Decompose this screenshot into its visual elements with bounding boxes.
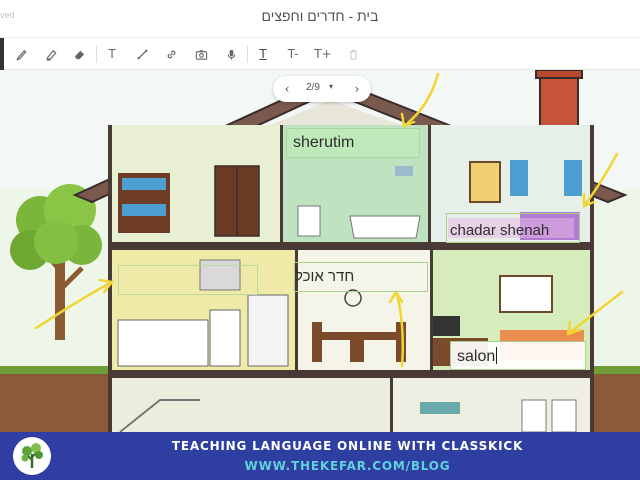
label-bathroom[interactable]: sherutim bbox=[286, 128, 420, 158]
text-cursor bbox=[496, 347, 498, 364]
line-icon[interactable] bbox=[131, 43, 153, 65]
classkick-app: ved בית - חדרים וחפצים T T T- T+ sheruti… bbox=[0, 0, 640, 480]
camera-icon[interactable] bbox=[190, 43, 212, 65]
page-indicator[interactable]: 2/9 bbox=[306, 82, 320, 93]
promo-banner: TEACHING LANGUAGE ONLINE WITH CLASSKICK … bbox=[0, 432, 640, 480]
label-kitchen[interactable] bbox=[118, 265, 258, 295]
drawing-toolbar: T T T- T+ bbox=[0, 38, 640, 70]
label-bedroom[interactable]: chadar shenah bbox=[446, 213, 580, 243]
trash-icon[interactable] bbox=[342, 43, 364, 65]
highlighter-icon[interactable] bbox=[40, 43, 62, 65]
previous-page-icon[interactable]: ‹ bbox=[279, 80, 295, 98]
text-tool-icon[interactable]: T bbox=[101, 43, 123, 65]
pen-icon[interactable] bbox=[10, 43, 32, 65]
toolbar-divider bbox=[96, 45, 97, 63]
text-smaller-icon[interactable]: T- bbox=[282, 43, 304, 65]
title-bar: ved בית - חדרים וחפצים bbox=[0, 0, 640, 38]
banner-title: TEACHING LANGUAGE ONLINE WITH CLASSKICK bbox=[171, 439, 524, 453]
microphone-icon[interactable] bbox=[220, 43, 242, 65]
label-bedroom-text: chadar shenah bbox=[450, 222, 550, 239]
page-navigator: ‹ 2/9 ▾ › bbox=[273, 76, 371, 102]
text-underline-icon[interactable]: T bbox=[252, 43, 274, 65]
label-bathroom-text: sherutim bbox=[293, 134, 355, 151]
link-icon[interactable] bbox=[160, 43, 182, 65]
worksheet-canvas[interactable] bbox=[0, 70, 640, 432]
assignment-title[interactable]: בית - חדרים וחפצים bbox=[0, 8, 640, 24]
house-cutaway-illustration bbox=[0, 70, 640, 432]
label-dining-text: חדר אוכל bbox=[295, 268, 355, 285]
text-larger-icon[interactable]: T+ bbox=[312, 43, 334, 65]
label-living-text: salon bbox=[457, 348, 496, 365]
toolbar-divider bbox=[247, 45, 248, 63]
banner-url-link[interactable]: WWW.THEKEFAR.COM/BLOG bbox=[0, 459, 640, 473]
label-dining-room[interactable]: חדר אוכל bbox=[294, 262, 428, 292]
eraser-icon[interactable] bbox=[68, 43, 90, 65]
next-page-icon[interactable]: › bbox=[349, 80, 365, 98]
label-living-room[interactable]: salon bbox=[450, 341, 586, 370]
page-dropdown-icon[interactable]: ▾ bbox=[329, 82, 333, 91]
toolbar-accent bbox=[0, 38, 4, 70]
